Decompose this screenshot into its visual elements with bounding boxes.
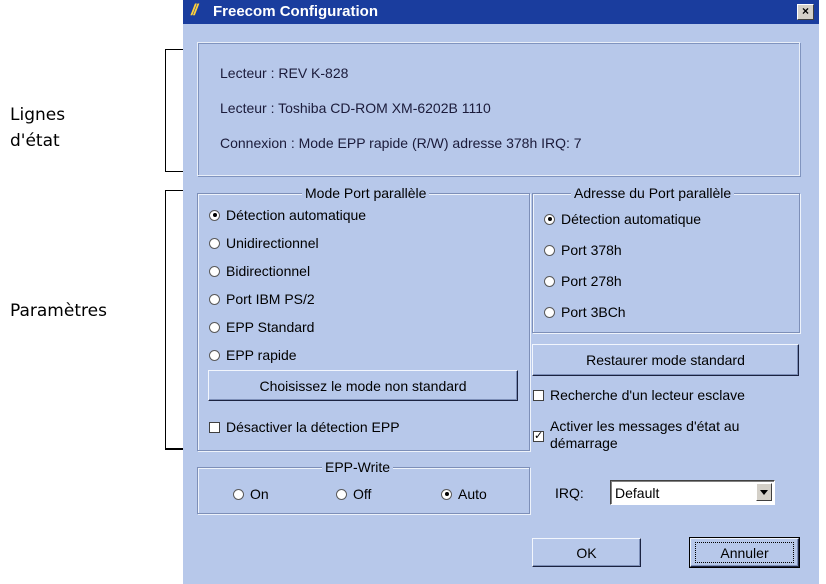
mode-radio-epp-standard[interactable]: EPP Standard: [209, 319, 314, 335]
restore-standard-button[interactable]: Restaurer mode standard: [532, 344, 799, 376]
chevron-down-icon[interactable]: [756, 483, 772, 501]
mode-radio-epp-fast[interactable]: EPP rapide: [209, 347, 297, 363]
checkbox-label: Désactiver la détection EPP: [226, 419, 400, 435]
radio-icon: [209, 349, 220, 361]
mode-port-legend: Mode Port parallèle: [302, 185, 430, 201]
radio-icon: [209, 237, 220, 249]
radio-icon: [544, 213, 555, 225]
address-radio-3bch[interactable]: Port 3BCh: [544, 304, 626, 320]
radio-label: Auto: [458, 486, 487, 502]
radio-label: Bidirectionnel: [226, 263, 311, 279]
address-radio-278h[interactable]: Port 278h: [544, 273, 622, 289]
radio-icon: [544, 306, 555, 318]
radio-label: Unidirectionnel: [226, 235, 319, 251]
config-window: // Freecom Configuration × Lecteur : REV…: [183, 0, 819, 584]
checkbox-label-line: démarrage: [550, 435, 618, 451]
radio-label: EPP rapide: [226, 347, 297, 363]
radio-label: Détection automatique: [561, 211, 702, 227]
mode-radio-auto[interactable]: Détection automatique: [209, 207, 366, 223]
mode-radio-unidirectional[interactable]: Unidirectionnel: [209, 235, 319, 251]
annotation-text: Lignes: [10, 105, 66, 125]
checkbox-label: Recherche d'un lecteur esclave: [550, 387, 745, 403]
radio-icon: [209, 265, 220, 277]
slave-search-checkbox[interactable]: Recherche d'un lecteur esclave: [533, 387, 745, 403]
radio-icon: [209, 293, 220, 305]
checkbox-icon: [533, 390, 544, 401]
freecom-logo-icon: //: [191, 2, 198, 19]
epp-write-legend: EPP-Write: [322, 459, 394, 475]
radio-label: Off: [353, 486, 372, 502]
window-title: Freecom Configuration: [213, 3, 379, 20]
mode-radio-bidirectional[interactable]: Bidirectionnel: [209, 263, 310, 279]
close-button[interactable]: ×: [797, 4, 814, 20]
epp-write-radio-on[interactable]: On: [233, 486, 269, 502]
radio-icon: [544, 275, 555, 287]
focus-rect: [695, 542, 794, 563]
address-radio-378h[interactable]: Port 378h: [544, 242, 622, 258]
address-radio-auto[interactable]: Détection automatique: [544, 211, 701, 227]
radio-icon: [336, 488, 347, 500]
radio-label: Port IBM PS/2: [226, 291, 315, 307]
irq-select[interactable]: Default: [610, 480, 775, 505]
radio-label: Port 3BCh: [561, 304, 626, 320]
title-bar[interactable]: // Freecom Configuration ×: [183, 0, 819, 24]
annotation-status-lines: Lignes d'état: [10, 102, 65, 154]
status-messages-checkbox[interactable]: ✓ Activer les messages d'état au démarra…: [533, 418, 739, 452]
irq-label: IRQ:: [555, 485, 584, 501]
cancel-button[interactable]: Annuler: [689, 537, 800, 568]
epp-write-radio-auto[interactable]: Auto: [441, 486, 487, 502]
mode-radio-ibm-ps2[interactable]: Port IBM PS/2: [209, 291, 315, 307]
checkbox-label: Activer les messages d'état au démarrage: [550, 418, 739, 452]
radio-label: Port 278h: [561, 273, 622, 289]
status-panel: Lecteur : REV K-828 Lecteur : Toshiba CD…: [197, 42, 800, 176]
radio-icon: [544, 244, 555, 256]
status-line-connection: Connexion : Mode EPP rapide (R/W) adress…: [220, 135, 582, 151]
radio-label: Port 378h: [561, 242, 622, 258]
radio-label: On: [250, 486, 269, 502]
status-line-drive-1: Lecteur : REV K-828: [220, 65, 349, 81]
radio-icon: [441, 488, 452, 500]
radio-label: EPP Standard: [226, 319, 315, 335]
address-port-legend: Adresse du Port parallèle: [571, 185, 735, 201]
ok-button[interactable]: OK: [532, 538, 641, 567]
mode-port-group: Mode Port parallèle Détection automatiqu…: [197, 185, 530, 451]
irq-select-value: Default: [615, 485, 660, 501]
annotation-parameters: Paramètres: [10, 301, 107, 321]
annotation-text: d'état: [10, 131, 60, 151]
epp-write-radio-off[interactable]: Off: [336, 486, 371, 502]
disable-epp-checkbox[interactable]: Désactiver la détection EPP: [209, 419, 400, 435]
radio-icon: [209, 321, 220, 333]
nonstandard-mode-button[interactable]: Choisissez le mode non standard: [208, 370, 518, 401]
check-icon: ✓: [533, 430, 544, 442]
checkbox-label-line: Activer les messages d'état au: [550, 418, 740, 434]
checkbox-icon: [209, 422, 220, 433]
radio-label: Détection automatique: [226, 207, 367, 223]
radio-icon: [209, 209, 220, 221]
radio-icon: [233, 488, 244, 500]
status-line-drive-2: Lecteur : Toshiba CD-ROM XM-6202B 1110: [220, 100, 491, 116]
epp-write-group: EPP-Write On Off Auto: [197, 459, 530, 514]
address-port-group: Adresse du Port parallèle Détection auto…: [532, 185, 800, 333]
